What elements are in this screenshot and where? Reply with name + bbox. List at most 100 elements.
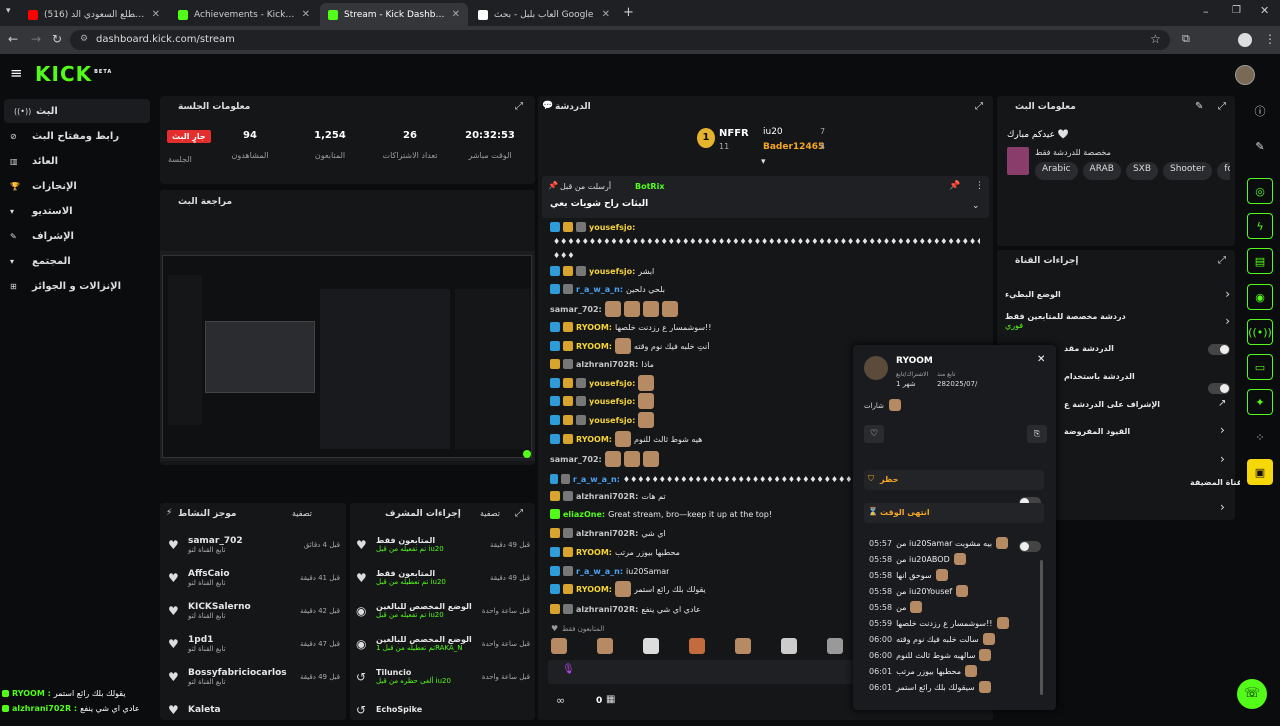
profile-icon[interactable]	[1238, 33, 1252, 47]
activity-filter-button[interactable]: تصفية	[292, 509, 312, 518]
toggle-chat-using[interactable]	[1208, 383, 1230, 394]
browser-menu-icon[interactable]: ⋮	[1264, 32, 1276, 46]
browser-tab[interactable]: Stream - Kick Dashboard ✕	[320, 3, 468, 26]
hamburger-menu-icon[interactable]: ≡	[10, 64, 23, 82]
unpin-icon[interactable]: 📌	[949, 181, 960, 191]
browser-tab[interactable]: (516) هل تقدر تطلع السعودي الد... ✕	[20, 3, 168, 26]
activity-settings-icon[interactable]: ⚡	[166, 508, 172, 518]
sidebar-item[interactable]: ✎ الإشراف	[0, 224, 155, 248]
history-scrollbar[interactable]	[1040, 560, 1043, 695]
chat-username[interactable]: r_a_w_a_n:	[576, 567, 623, 576]
sidebar-item[interactable]: ⊘ رابط ومفتاح البث	[0, 124, 155, 148]
wrench-icon[interactable]: ✦	[1247, 389, 1273, 415]
action-slow-mode[interactable]: الوضع البطيء ›	[1005, 285, 1230, 303]
chat-message[interactable]: samar_702:	[550, 300, 980, 318]
external-link-icon[interactable]: ↗	[1218, 398, 1226, 409]
leaderboard-collapse-icon[interactable]: ▾	[761, 157, 766, 167]
kick-logo[interactable]: KICK BETA	[35, 62, 112, 86]
close-window-button[interactable]: ✕	[1260, 4, 1269, 17]
site-info-icon[interactable]: ⚙	[80, 34, 88, 44]
chat-username[interactable]: eliazOne:	[563, 510, 605, 519]
toggle-chat-restricted[interactable]	[1208, 344, 1230, 355]
mod-action-item[interactable]: ◉ الوضع المخصص للبالغين تم تعطيله من قبل 1…	[356, 627, 530, 660]
pinned-message[interactable]: 📌 أرسلت من قبل BotRix البثات راح شويات ب…	[542, 176, 989, 218]
user-card-name[interactable]: RYOOM	[896, 356, 933, 366]
sidebar-item[interactable]: 🏆 الإنجازات	[0, 174, 155, 198]
chat-username[interactable]: yousefsjo:	[589, 379, 635, 388]
chat-username[interactable]: yousefsjo:	[589, 267, 635, 276]
chat-username[interactable]: samar_702:	[550, 305, 602, 314]
user-card-copy-button[interactable]: ⎘	[1027, 425, 1047, 443]
chat-username[interactable]: RYOOM:	[576, 548, 612, 557]
pinned-expand-icon[interactable]: ⌄	[972, 201, 980, 211]
extensions-icon[interactable]: ⧉	[1182, 32, 1190, 46]
activity-item[interactable]: ♥ Kaleta	[168, 693, 340, 726]
chat-link-icon[interactable]: ∞	[556, 694, 565, 707]
chat-expand-icon[interactable]: ⤢	[975, 101, 983, 112]
browser-tab[interactable]: العاب بلبل - بحث Google ✕	[470, 3, 618, 26]
chat-username[interactable]: alzhrani702R:	[576, 360, 638, 369]
tab-list-button[interactable]: ▾	[6, 6, 11, 16]
bookmark-star-icon[interactable]: ☆	[1150, 32, 1161, 46]
activity-item[interactable]: ♥ KICKSalerno تابع القناة لتو قبل 42 دقيقة	[168, 594, 340, 627]
stream-tag[interactable]: SXB	[1125, 162, 1158, 180]
info-icon[interactable]: ⓘ	[1247, 98, 1273, 124]
stream-preview-video[interactable]	[160, 251, 535, 461]
chat-gift-icon[interactable]: ▦	[606, 694, 615, 705]
chat-message[interactable]: yousefsjo: ابشر	[550, 262, 980, 280]
user-avatar[interactable]	[1235, 65, 1255, 85]
user-card-heart-button[interactable]: ♡	[864, 425, 884, 443]
action-restrictions-label[interactable]: القيود المفروضة	[1064, 427, 1130, 436]
activity-item[interactable]: ♥ samar_702 تابع القناة لتو قبل 4 دقائق	[168, 528, 340, 561]
mod-action-item[interactable]: ♥ المتابعون فقط تم تعطيله من قبل iu20 قبل 4…	[356, 561, 530, 594]
tab-close-icon[interactable]: ✕	[152, 9, 160, 20]
session-expand-icon[interactable]: ⤢	[515, 101, 523, 112]
tab-close-icon[interactable]: ✕	[602, 9, 610, 20]
mod-action-item[interactable]: ↺ EchoSpike	[356, 693, 530, 726]
chat-username[interactable]: alzhrani702R:	[576, 529, 638, 538]
follower-avatar[interactable]	[689, 638, 705, 654]
sidebar-item[interactable]: ▾ المجتمع	[0, 249, 155, 273]
new-tab-button[interactable]: +	[623, 5, 634, 20]
chat-username[interactable]: r_a_w_a_n:	[576, 285, 623, 294]
maximize-button[interactable]: ❐	[1232, 5, 1241, 16]
chevron-right-icon[interactable]: ›	[1220, 423, 1225, 437]
pencil-icon[interactable]: ✎	[1247, 133, 1273, 159]
follower-avatar[interactable]	[735, 638, 751, 654]
stream-tag[interactable]: Shooter	[1163, 162, 1213, 180]
sidebar-item[interactable]: ⊞ الإنزالات و الجوائز	[0, 274, 155, 298]
stream-tag[interactable]: Arabic	[1035, 162, 1078, 180]
chat-username[interactable]: alzhrani702R:	[576, 605, 638, 614]
activity-item[interactable]: ♥ Bossyfabriciocarlos تابع القناة لتو قبل 4…	[168, 660, 340, 693]
support-chat-button[interactable]: ☏	[1237, 679, 1267, 709]
browser-tab[interactable]: Achievements - Kick Dashboard ✕	[170, 3, 318, 26]
mod-action-item[interactable]: ♥ المتابعون فقط تم تفعيله من قبل iu20 قبل 4…	[356, 528, 530, 561]
chat-username[interactable]: alzhrani702R:	[576, 492, 638, 501]
chat-icon[interactable]: ◉	[1247, 284, 1273, 310]
channel-actions-expand-icon[interactable]: ⤢	[1218, 255, 1226, 266]
document-icon[interactable]: ▤	[1247, 248, 1273, 274]
chevron-right-icon[interactable]: ›	[1220, 452, 1225, 466]
stream-tag[interactable]: ARAB	[1082, 162, 1121, 180]
mic-icon[interactable]: 🎙	[562, 664, 575, 675]
chat-username[interactable]: yousefsjo:	[589, 416, 635, 425]
clapperboard-icon[interactable]: ▣	[1247, 459, 1273, 485]
chat-username[interactable]: r_a_w_a_n:	[573, 475, 620, 484]
follower-avatar[interactable]	[781, 638, 797, 654]
activity-item[interactable]: ♥ AffsCaio تابع القناة لتو قبل 41 دقيقة	[168, 561, 340, 594]
chat-username[interactable]: RYOOM:	[576, 342, 612, 351]
tab-close-icon[interactable]: ✕	[302, 9, 310, 20]
sidebar-item[interactable]: ▥ العائد	[0, 149, 155, 173]
stream-info-expand-icon[interactable]: ⤢	[1218, 101, 1226, 112]
chat-username[interactable]: RYOOM:	[576, 435, 612, 444]
follower-avatar[interactable]	[643, 638, 659, 654]
mod-action-item[interactable]: ◉ الوضع المخصص للبالغين تم تفعيله من قبل i…	[356, 594, 530, 627]
chat-username[interactable]: RYOOM:	[576, 585, 612, 594]
edit-stream-icon[interactable]: ✎	[1195, 101, 1203, 112]
mod-expand-icon[interactable]: ⤢	[515, 508, 523, 519]
sidebar-item[interactable]: ((•)) البث	[4, 99, 150, 123]
follower-avatar[interactable]	[597, 638, 613, 654]
chat-username[interactable]: yousefsjo:	[589, 223, 635, 232]
chevron-right-icon[interactable]: ›	[1220, 500, 1225, 514]
minimize-button[interactable]: –	[1203, 5, 1209, 18]
